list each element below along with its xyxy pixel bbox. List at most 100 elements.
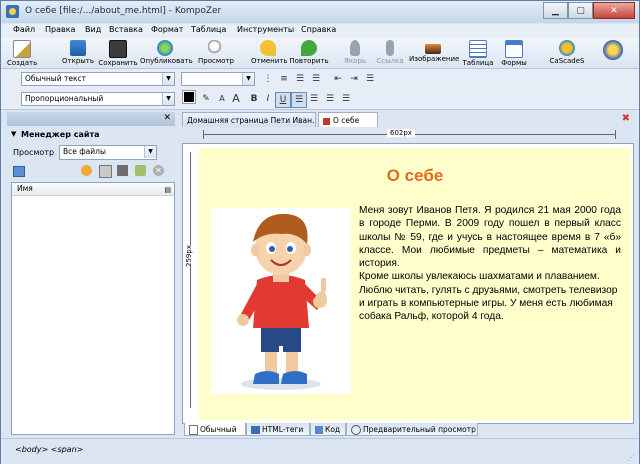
name-column-label: Имя [17, 184, 33, 193]
preview-button[interactable]: Просмотр [196, 40, 236, 65]
html-tags-icon [251, 426, 260, 434]
numbered-list-icon[interactable]: ⋮ [261, 72, 275, 86]
page-heading[interactable]: О себе [199, 166, 631, 186]
bullet-list-icon[interactable]: ☰ [293, 72, 307, 86]
indent-icon[interactable]: ⇥ [347, 72, 361, 86]
menu-format[interactable]: Формат [151, 25, 183, 34]
new-button[interactable]: Создать [7, 40, 37, 67]
larger-font-icon[interactable]: A [229, 92, 243, 106]
width-ruler-label: 602px [387, 129, 415, 137]
undo-arrow-icon [260, 40, 276, 56]
tab-home-page[interactable]: Домашняя страница Пети Иван... [182, 112, 316, 127]
align-right-icon[interactable]: ☰ [323, 92, 337, 106]
about-paragraph[interactable]: Меня зовут Иванов Петя. Я родился 21 мая… [359, 204, 621, 324]
font-family-select[interactable]: Пропорциональный ▼ [21, 92, 175, 106]
edit-site-icon[interactable] [99, 165, 112, 178]
bold-icon[interactable]: B [247, 92, 261, 106]
font-size-select[interactable]: ▼ [181, 72, 255, 86]
publish-button-label: Опубликовать [140, 57, 193, 65]
new-button-label: Создать [7, 59, 38, 67]
chevron-down-icon: ▼ [162, 93, 174, 105]
outdent-icon[interactable]: ⇤ [331, 72, 345, 86]
tab-preview[interactable]: Предварительный просмотр [346, 423, 478, 436]
open-button[interactable]: Открыть [61, 40, 95, 65]
view-filter-select[interactable]: Все файлы ▼ [59, 145, 157, 160]
table-icon [469, 40, 487, 58]
menu-insert[interactable]: Вставка [109, 25, 143, 34]
redo-arrow-icon [301, 40, 317, 56]
link-button-label: Ссылка [376, 57, 404, 65]
redo-button[interactable]: Повторить [289, 40, 329, 65]
normal-view-icon [189, 425, 198, 435]
link-button[interactable]: Ссылка [375, 40, 405, 65]
underline-icon[interactable]: U [275, 92, 291, 108]
menu-table[interactable]: Таблица [191, 25, 226, 34]
delete-icon[interactable]: ✕ [153, 165, 164, 176]
column-picker-icon[interactable]: ▤ [164, 184, 171, 196]
close-tab-icon[interactable]: ✖ [622, 113, 630, 124]
preview-button-label: Просмотр [198, 57, 234, 65]
undo-button[interactable]: Отменить [251, 40, 288, 65]
throbber [601, 40, 625, 61]
menu-edit[interactable]: Правка [45, 25, 75, 34]
align-center-icon[interactable]: ☰ [307, 92, 321, 106]
text-color-icon[interactable] [182, 90, 196, 104]
table-button[interactable]: Таблица [461, 40, 495, 67]
editor-area[interactable]: 259px О себе Меня зовут Иванов Петя. Я р… [182, 143, 634, 424]
menu-file[interactable]: Файл [13, 25, 35, 34]
element-path[interactable]: <body> <span> [15, 445, 83, 454]
open-button-label: Открыть [62, 57, 94, 65]
new-folder-icon[interactable] [117, 165, 128, 176]
table-button-label: Таблица [462, 59, 494, 67]
resize-grip-icon[interactable]: ⋰ [627, 453, 635, 462]
cascades-button[interactable]: CaScadeS [549, 40, 585, 65]
smaller-font-icon[interactable]: A [215, 92, 229, 106]
page-body[interactable]: О себе Меня зовут Иванов Петя. Я родился… [199, 148, 631, 420]
anchor-button[interactable]: Якорь [341, 40, 369, 65]
tab-html-tags[interactable]: HTML-теги [246, 423, 310, 436]
boy-cartoon-image[interactable] [211, 208, 351, 394]
chevron-down-icon: ▼ [144, 146, 156, 158]
font-family-value: Пропорциональный [25, 94, 104, 103]
about-paragraph-line-2: Кроме школы увлекаюсь шахматами и плаван… [359, 271, 618, 323]
align-left-icon[interactable]: ☰ [291, 92, 307, 108]
tab-source[interactable]: Код [310, 423, 346, 436]
about-paragraph-line-1: Меня зовут Иванов Петя. Я родился 21 мая… [359, 205, 621, 270]
close-window-button[interactable]: ✕ [593, 2, 635, 19]
minimize-button[interactable]: ▁ [543, 2, 568, 19]
view-label: Просмотр [13, 148, 55, 157]
name-column-header[interactable]: Имя ▤ [12, 183, 174, 196]
new-site-icon[interactable] [81, 165, 92, 176]
menu-tools[interactable]: Инструменты [237, 25, 294, 34]
maximize-button[interactable]: ▢ [568, 2, 593, 19]
site-manager-title: Менеджер сайта [21, 130, 100, 139]
title-bar: О себе [file:/.../about_me.html] - Kompo… [1, 1, 639, 23]
forms-button[interactable]: Формы [499, 40, 529, 67]
cascades-icon [559, 40, 575, 56]
image-button-label: Изображение [409, 55, 460, 63]
sites-icon[interactable] [13, 166, 25, 177]
paragraph-style-select[interactable]: Обычный текст ▼ [21, 72, 175, 86]
tab-normal-view[interactable]: Обычный [184, 423, 246, 436]
menu-help[interactable]: Справка [301, 25, 336, 34]
image-button[interactable]: Изображение [409, 40, 460, 63]
redo-button-label: Повторить [289, 57, 329, 65]
align-icon[interactable]: ☰ [363, 72, 377, 86]
publish-button[interactable]: Опубликовать [140, 40, 193, 65]
highlight-pen-icon[interactable]: ✎ [199, 92, 213, 106]
tab-about-me[interactable]: О себе [318, 112, 378, 127]
view-mode-tabs: Обычный HTML-теги Код Предварительный пр… [182, 423, 634, 437]
numbered-list-2-icon[interactable]: ☰ [309, 72, 323, 86]
page-icon [323, 117, 330, 125]
site-file-tree[interactable]: Имя ▤ [11, 182, 175, 435]
save-button[interactable]: Сохранить [98, 40, 138, 67]
format-toolbar-1: Обычный текст ▼ ▼ ⋮ ≡ ☰ ☰ ⇤ ⇥ ☰ [1, 69, 639, 90]
italic-icon[interactable]: I [261, 92, 275, 106]
refresh-icon[interactable] [135, 165, 146, 176]
collapse-triangle-icon[interactable]: ▼ [11, 130, 16, 138]
align-justify-icon[interactable]: ☰ [339, 92, 353, 106]
publish-globe-icon [157, 40, 173, 56]
close-panel-icon[interactable]: ✕ [163, 113, 171, 123]
menu-view[interactable]: Вид [85, 25, 101, 34]
list-icon[interactable]: ≡ [277, 72, 291, 86]
